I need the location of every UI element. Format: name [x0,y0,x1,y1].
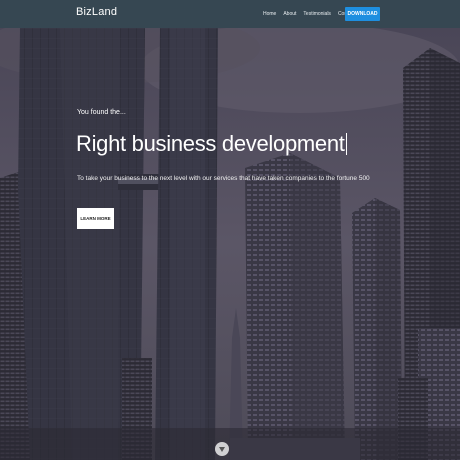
nav-link-testimonials[interactable]: Testimonials [303,11,331,17]
hero-headline-text: Right business development [76,131,345,156]
typing-cursor [345,133,347,155]
hero-intro: You found the... [77,109,126,116]
scroll-down-button[interactable] [215,442,229,456]
learn-more-button[interactable]: LEARN MORE [77,208,114,229]
hero-headline: Right business development [76,131,347,157]
hero-section: You found the... Right business developm… [0,28,460,460]
navbar: BizLand Home About Testimonials Contact … [0,0,460,28]
nav-link-about[interactable]: About [283,11,296,17]
download-button[interactable]: DOWNLOAD [345,7,380,21]
nav-link-home[interactable]: Home [263,11,276,17]
brand-logo[interactable]: BizLand [76,6,117,18]
chevron-down-icon [219,446,225,452]
hero-tagline: To take your business to the next level … [77,175,370,182]
city-skyline-background [0,28,460,460]
